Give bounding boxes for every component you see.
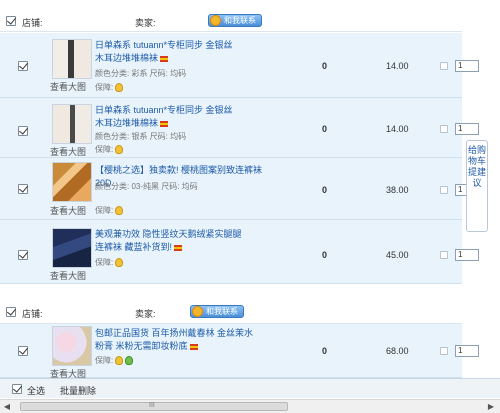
cart-item: 查看大图 包邮正品国货 百年扬州戴春林 金丝茉水粉膏 米粉无需卸妆粉底 保障: … xyxy=(0,324,479,379)
shop-select-checkbox[interactable] xyxy=(6,16,16,26)
product-attributes: 颜色分类: 03-纯黑 尺码: 均码 xyxy=(95,182,198,191)
product-title[interactable]: 美观兼功效 隐性竖纹天鹅绒紧实腿腿 连裤袜 藏蓝补货到! xyxy=(95,228,245,254)
guarantee-icon xyxy=(115,145,124,155)
select-all-checkbox[interactable] xyxy=(12,384,22,394)
chat-icon xyxy=(192,306,203,317)
shop-label: 店铺: xyxy=(22,18,43,28)
view-large-image-link[interactable]: 查看大图 xyxy=(50,204,86,217)
scrollbar-thumb[interactable]: III xyxy=(20,402,288,411)
discount-value: 0 xyxy=(322,346,328,356)
product-attributes: 颜色分类: 彩系 尺码: 均码 xyxy=(95,69,187,78)
view-large-image-link[interactable]: 查看大图 xyxy=(50,269,86,282)
contact-seller-button[interactable]: 和我联系 xyxy=(190,305,244,318)
guarantee-label: 保障: xyxy=(95,83,114,92)
product-thumbnail[interactable] xyxy=(52,39,92,79)
flag-icon xyxy=(160,120,169,127)
product-thumbnail[interactable] xyxy=(52,162,92,202)
discount-value: 0 xyxy=(322,61,328,71)
guarantee-icon xyxy=(115,83,124,93)
shop-select-checkbox[interactable] xyxy=(6,307,16,317)
favorite-checkbox[interactable] xyxy=(440,125,448,133)
product-attributes: 颜色分类: 银系 尺码: 均码 xyxy=(95,132,187,141)
discount-value: 0 xyxy=(322,250,328,260)
seller-label: 卖家: xyxy=(135,18,156,28)
guarantee-label: 保障: xyxy=(95,356,114,365)
cart-item: 查看大图 日单森系 tutuann*专柜同步 金银丝木耳边堆堆棉袜 颜色分类: … xyxy=(0,33,479,98)
product-title[interactable]: 日单森系 tutuann*专柜同步 金银丝木耳边堆堆棉袜 xyxy=(95,104,235,130)
product-title[interactable]: 日单森系 tutuann*专柜同步 金银丝木耳边堆堆棉袜 xyxy=(95,39,235,65)
cart-footer: 全选 批量删除 xyxy=(0,378,500,398)
quantity-input[interactable]: 1 xyxy=(455,60,479,72)
flag-icon xyxy=(189,343,198,350)
cart-feedback-tab[interactable]: 给购物车提建议 xyxy=(466,140,488,232)
flag-icon xyxy=(160,55,169,62)
contact-seller-label: 和我联系 xyxy=(224,16,256,25)
product-title[interactable]: 包邮正品国货 百年扬州戴春林 金丝茉水粉膏 米粉无需卸妆粉底 xyxy=(95,327,255,353)
discount-value: 0 xyxy=(322,185,328,195)
favorite-checkbox[interactable] xyxy=(440,251,448,259)
quantity-input[interactable]: 1 xyxy=(455,345,479,357)
item-select-checkbox[interactable] xyxy=(18,126,28,136)
guarantee-label: 保障: xyxy=(95,145,114,154)
batch-delete-link[interactable]: 批量删除 xyxy=(60,384,96,397)
scroll-left-arrow-icon[interactable]: ◀ xyxy=(2,402,12,412)
shop-header: 店铺: 卖家: 和我联系 xyxy=(0,302,462,324)
guarantee-row: 保障: xyxy=(95,355,134,366)
cart-item: 查看大图 日单森系 tutuann*专柜同步 金银丝木耳边堆堆棉袜 颜色分类: … xyxy=(0,98,479,158)
view-large-image-link[interactable]: 查看大图 xyxy=(50,80,86,93)
contact-seller-label: 和我联系 xyxy=(206,307,238,316)
item-select-checkbox[interactable] xyxy=(18,184,28,194)
shop-label: 店铺: xyxy=(22,309,43,319)
favorite-checkbox[interactable] xyxy=(440,62,448,70)
favorite-checkbox[interactable] xyxy=(440,186,448,194)
view-large-image-link[interactable]: 查看大图 xyxy=(50,145,86,158)
cart-item: 查看大图 【樱桃之选】独卖款! 樱桃图案别致连裤袜 20D 颜色分类: 03-纯… xyxy=(0,158,479,220)
discount-value: 0 xyxy=(322,124,328,134)
favorite-checkbox[interactable] xyxy=(440,347,448,355)
product-thumbnail[interactable] xyxy=(52,228,92,268)
guarantee-label: 保障: xyxy=(95,258,114,267)
quantity-input[interactable]: 1 xyxy=(455,249,479,261)
item-select-checkbox[interactable] xyxy=(18,250,28,260)
product-thumbnail[interactable] xyxy=(52,326,92,366)
guarantee-row: 保障: xyxy=(95,82,124,93)
item-select-checkbox[interactable] xyxy=(18,61,28,71)
horizontal-scrollbar[interactable]: ◀ III ▶ xyxy=(0,399,500,413)
item-select-checkbox[interactable] xyxy=(18,346,28,356)
shop-header: 店铺: 卖家: 和我联系 xyxy=(0,10,462,32)
chat-icon xyxy=(210,15,221,26)
quantity-input[interactable]: 1 xyxy=(455,123,479,135)
guarantee-green-icon xyxy=(125,356,134,366)
guarantee-label: 保障: xyxy=(95,206,114,215)
guarantee-row: 保障: xyxy=(95,144,124,155)
unit-price: 38.00 xyxy=(386,185,409,195)
seller-label: 卖家: xyxy=(135,309,156,319)
guarantee-icon xyxy=(115,258,124,268)
contact-seller-button[interactable]: 和我联系 xyxy=(208,14,262,27)
scrollbar-grip: III xyxy=(149,402,155,409)
unit-price: 68.00 xyxy=(386,346,409,356)
unit-price: 14.00 xyxy=(386,124,409,134)
flag-icon xyxy=(174,244,183,251)
product-title-text[interactable]: 包邮正品国货 百年扬州戴春林 金丝茉水粉膏 米粉无需卸妆粉底 xyxy=(95,328,253,351)
product-title-text[interactable]: 美观兼功效 隐性竖纹天鹅绒紧实腿腿 连裤袜 藏蓝补货到! xyxy=(95,229,242,252)
guarantee-icon xyxy=(115,356,124,366)
guarantee-icon xyxy=(115,206,124,216)
product-thumbnail[interactable] xyxy=(52,104,92,144)
cart-item: 查看大图 美观兼功效 隐性竖纹天鹅绒紧实腿腿 连裤袜 藏蓝补货到! 保障: 0 … xyxy=(0,220,479,284)
unit-price: 14.00 xyxy=(386,61,409,71)
select-all-label[interactable]: 全选 xyxy=(27,384,45,397)
guarantee-row: 保障: xyxy=(95,205,124,216)
scroll-right-arrow-icon[interactable]: ▶ xyxy=(486,402,496,412)
unit-price: 45.00 xyxy=(386,250,409,260)
guarantee-row: 保障: xyxy=(95,257,124,268)
